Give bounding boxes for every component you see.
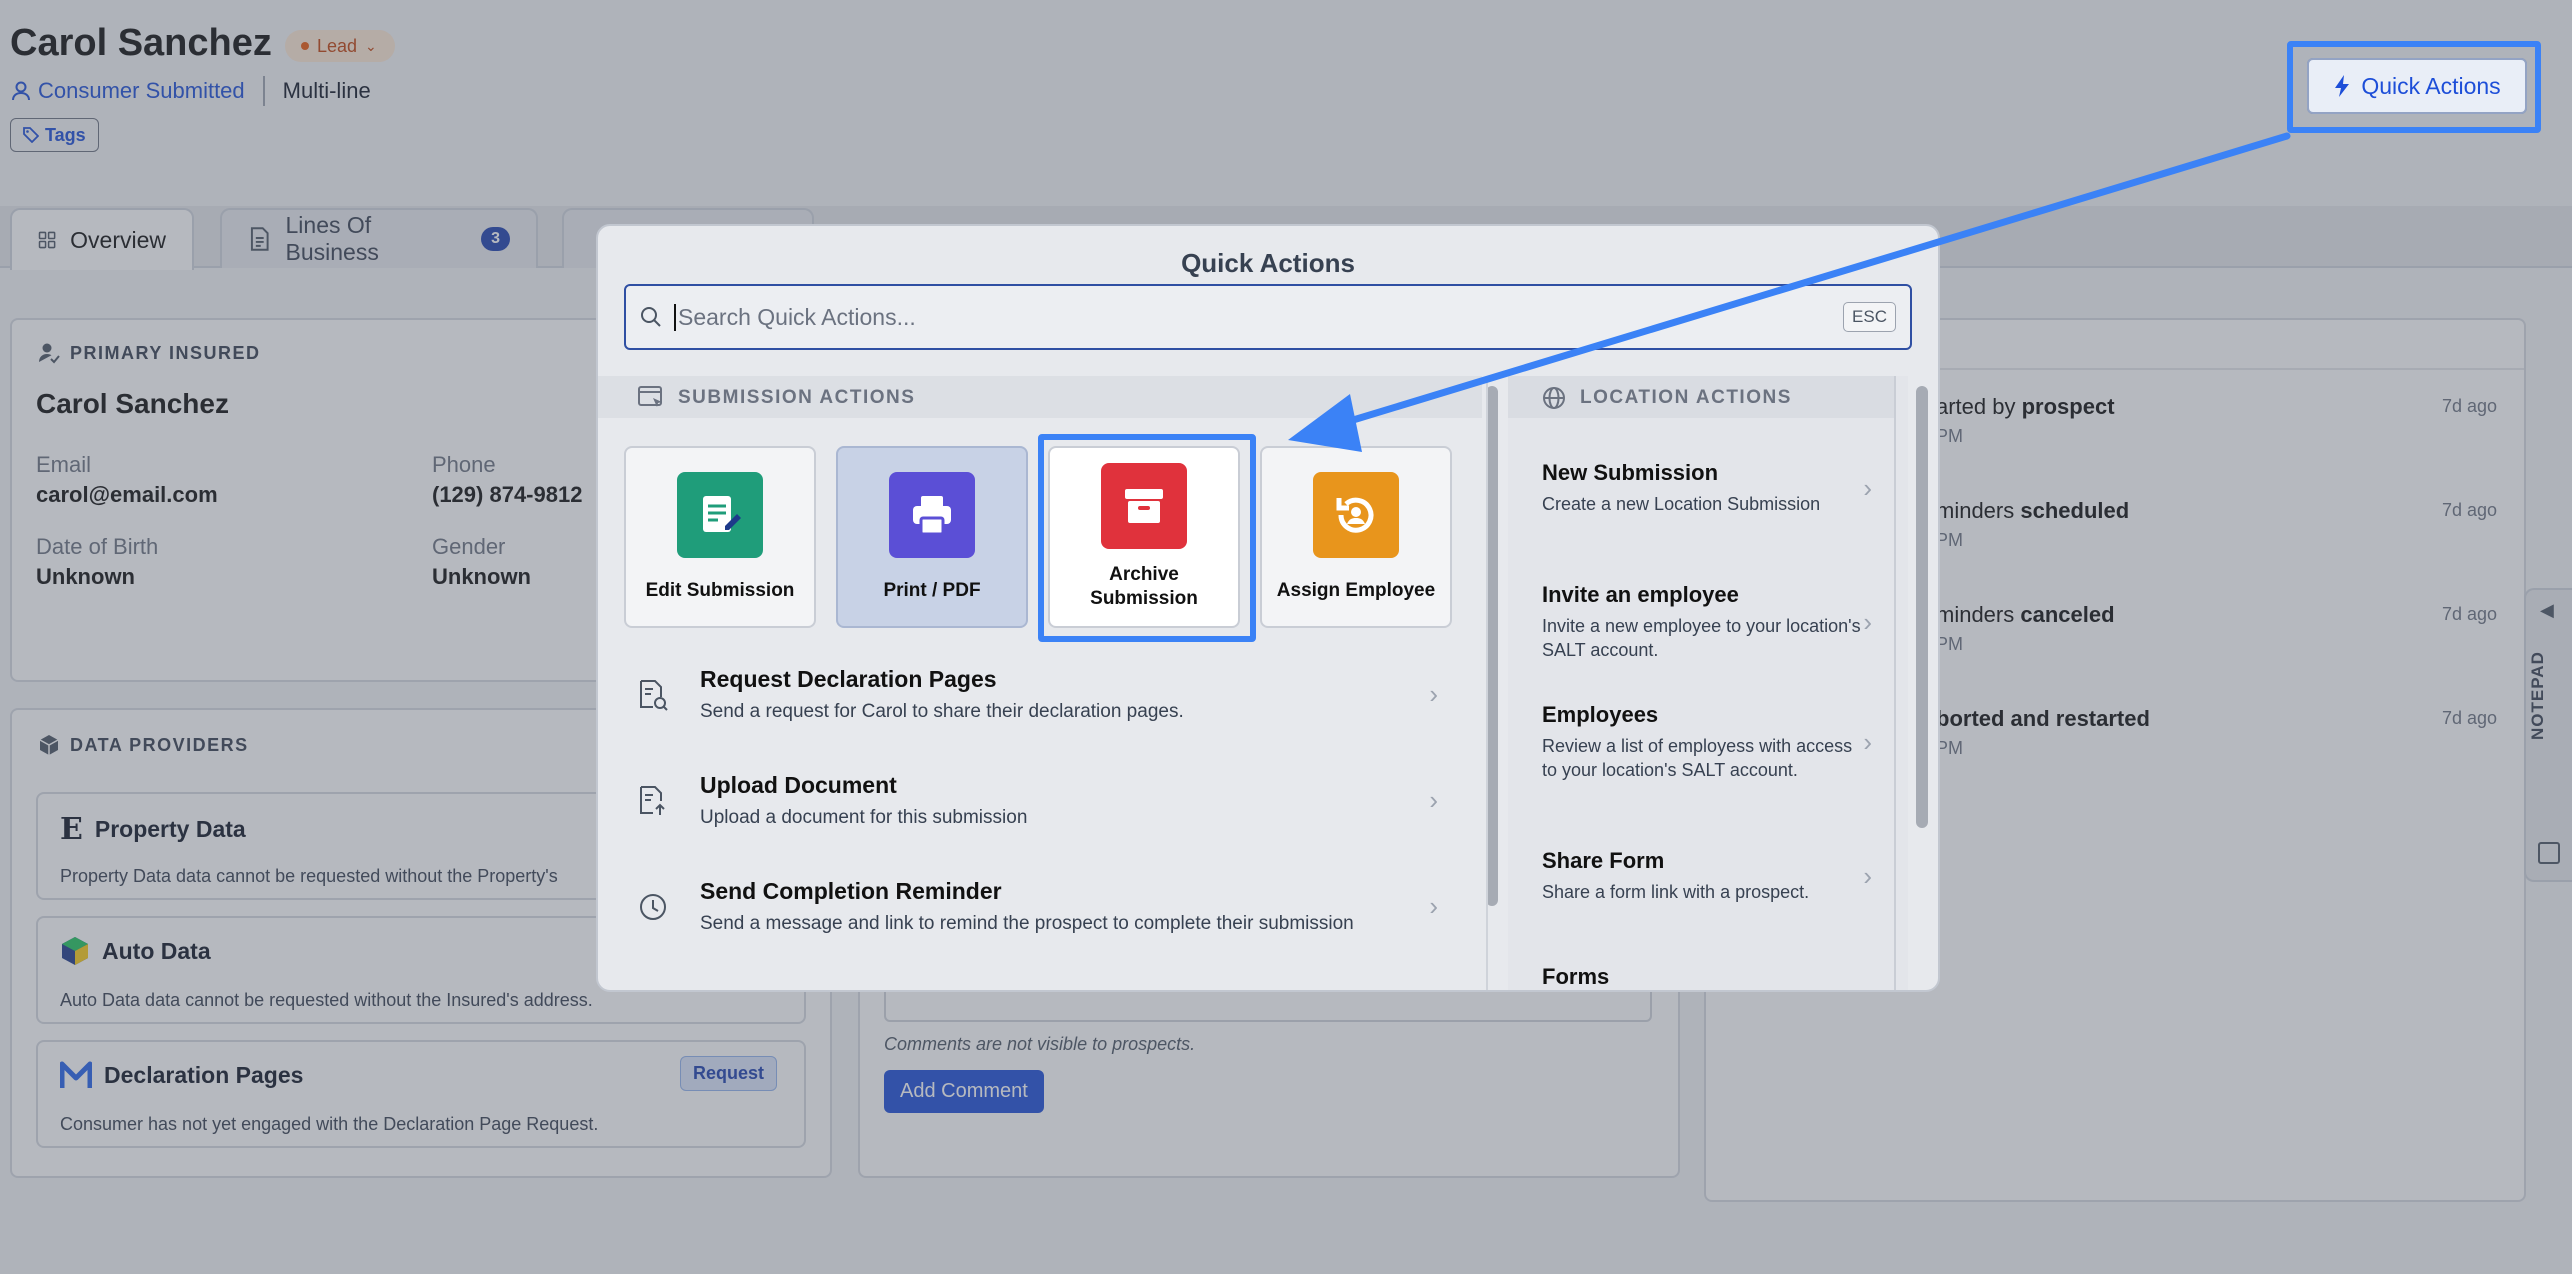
- annotation-arrow-icon: [1288, 132, 2291, 452]
